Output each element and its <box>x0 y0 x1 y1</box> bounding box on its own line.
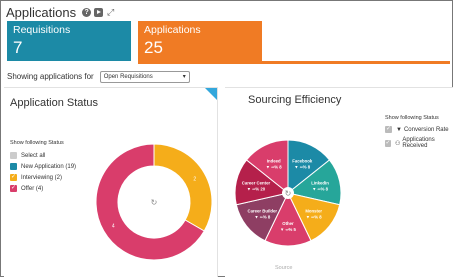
sourcing-efficiency-pie-chart: Facebook▼ ∞% 8LinkedIn▼ ∞% 8Monster▼ ∞% … <box>234 139 342 247</box>
refresh-icon[interactable]: ↻ <box>151 198 158 207</box>
requisitions-tile[interactable]: Requisitions 7 <box>7 21 131 61</box>
video-icon[interactable] <box>94 7 104 17</box>
pie-slice-label: Other <box>282 221 294 226</box>
pie-slice-value: ▼ ∞% 20 <box>247 187 266 192</box>
widget-header: Applications ? ⤢ <box>6 3 118 21</box>
application-status-panel: Application Status Show following Status… <box>4 87 218 277</box>
filter-selected-value: Open Requisitions <box>103 73 153 80</box>
pie-slice-value: ▼ ∞% 8 <box>266 164 283 169</box>
pie-slice-label: Career Builder <box>247 208 277 213</box>
applications-label: Applications <box>144 24 201 36</box>
requisitions-label: Requisitions <box>13 24 71 36</box>
requisition-filter-select[interactable]: Open Requisitions ▾ <box>99 70 190 83</box>
refresh-icon[interactable]: ↻ <box>285 189 292 198</box>
donut-slice-label: 4 <box>112 224 115 230</box>
pie-slice-label: Career Center <box>242 181 271 186</box>
widget-title: Applications <box>6 4 77 20</box>
pie-slice-value: ▼ ∞% 8 <box>312 187 329 192</box>
pie-slice-label: Monster <box>305 208 322 213</box>
pie-slice-label: Indeed <box>267 158 281 163</box>
requisitions-count: 7 <box>13 38 23 57</box>
filter-label: Showing applications for <box>7 72 94 81</box>
donut-slice-interviewing[interactable] <box>153 143 213 232</box>
active-tile-underline <box>138 61 450 64</box>
applications-tile[interactable]: Applications 25 <box>138 21 262 61</box>
sourcing-efficiency-panel: Sourcing Efficiency Show following Statu… <box>225 87 453 277</box>
pie-slice-value: ▼ ∞% 8 <box>294 164 311 169</box>
pie-slice-value: ▼ ∞% 8 <box>306 214 323 219</box>
pie-slice-label: LinkedIn <box>311 181 329 186</box>
source-axis-label: Source <box>275 265 293 271</box>
donut-slice-label: 2 <box>193 177 196 183</box>
pie-slice-label: Facebook <box>292 158 313 163</box>
application-status-donut-chart: 2 4 ↻ <box>95 143 213 261</box>
applications-count: 25 <box>144 38 163 57</box>
filter-row: Showing applications for Open Requisitio… <box>7 70 190 83</box>
help-icon[interactable]: ? <box>82 7 92 17</box>
chevron-down-icon: ▾ <box>182 74 186 80</box>
expand-icon[interactable]: ⤢ <box>106 7 115 17</box>
pie-slice-value: ▼ ∞% 8 <box>254 214 271 219</box>
pie-slice-value: ▼ ∞% 5 <box>280 227 297 232</box>
